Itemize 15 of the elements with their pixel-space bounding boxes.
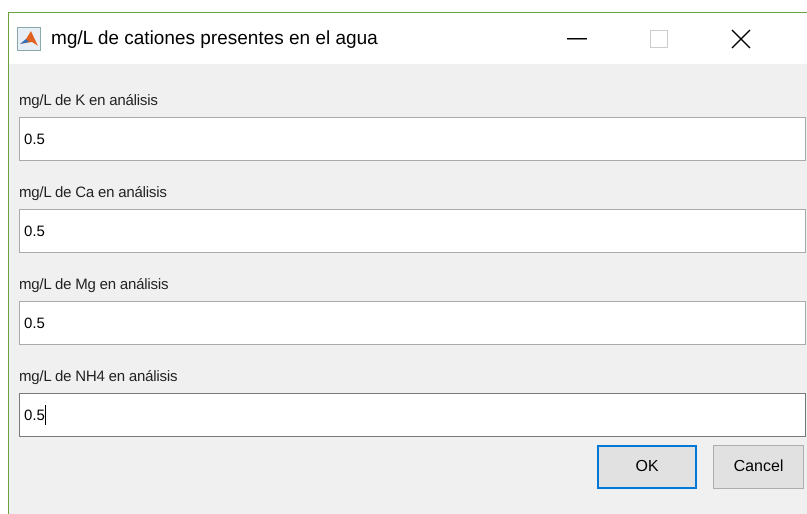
field-label: mg/L de Ca en análisis <box>19 183 168 203</box>
input-field[interactable]: 0.5 <box>19 117 806 161</box>
cancel-button[interactable]: Cancel <box>713 445 804 489</box>
text-cursor <box>44 405 46 425</box>
input-field[interactable]: 0.5 <box>19 393 806 437</box>
ok-button[interactable]: OK <box>597 445 697 489</box>
field-label: mg/L de Mg en análisis <box>19 275 170 295</box>
field-label: mg/L de NH4 en análisis <box>19 367 178 387</box>
field-label: mg/L de K en análisis <box>19 91 159 111</box>
window-title: mg/L de cationes presentes en el agua <box>51 28 379 50</box>
app-logo-icon <box>17 26 41 50</box>
close-icon[interactable] <box>731 28 751 48</box>
input-field[interactable]: 0.5 <box>19 301 806 345</box>
input-field[interactable]: 0.5 <box>19 209 806 253</box>
minimize-icon[interactable] <box>567 38 587 40</box>
